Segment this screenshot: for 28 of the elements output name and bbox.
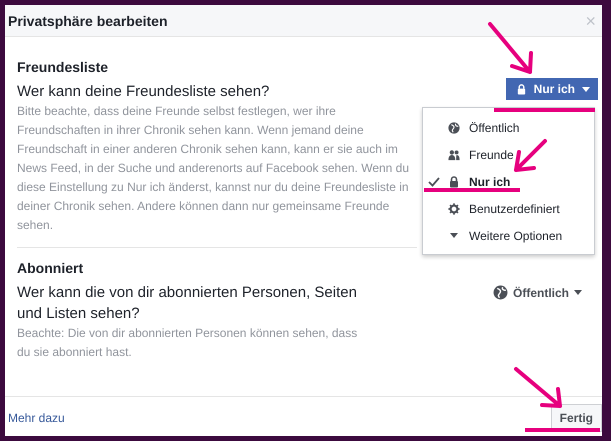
caret-icon [450,233,458,238]
learn-more-link[interactable]: Mehr dazu [8,411,65,425]
menu-item[interactable]: Weitere Optionen [423,222,594,249]
annotation-arrow [488,22,533,74]
caret-icon [574,290,582,295]
section-question: Wer kann die von dir abonnierten Personen, Seiten und Listen sehen? [17,283,358,324]
globe-icon [493,285,508,300]
annotation-arrow [514,367,562,408]
annotation-arrow [514,139,547,172]
audience-button[interactable]: Nur ich [506,78,598,100]
menu-item[interactable]: Öffentlich [423,114,594,141]
menu-item[interactable]: Freunde [423,141,594,168]
section-heading: Freundesliste [17,59,110,75]
section-question: Wer kann deine Freundesliste sehen? [17,82,270,102]
globe-icon [448,122,460,134]
lock-icon [516,84,527,94]
people-icon [448,148,460,160]
gear-icon [448,202,460,214]
caret-icon [582,86,590,92]
audience-dropdown[interactable]: Öffentlich [489,282,586,303]
section-note: Bitte beachte, dass deine Freunde selbst festlegen, wer ihre Freundschaften in ihrer Chronik sehen kann. Wenn jemand deine Freundschaft in einer anderen Chronik sehen kann, kann er sie auch im News Feed, in der Suche und anderenorts auf Facebook sehen. Wenn du diese Einstellung zu Nur ich änderst, kannst nur du deine Freundesliste in deiner Chronik sehen. Andere können dann nur gemeinsame Freunde sehen. [17,103,410,234]
menu-item[interactable]: Nur ich [423,168,594,195]
menu-item[interactable]: Benutzerdefiniert [423,195,594,222]
lock-icon [448,176,460,188]
section-note: Beachte: Die von dir abonnierten Personen können sehen, dass du sie abonniert hast. [17,325,358,361]
dialog-title: Privatsphäre bearbeiten [8,12,168,28]
section-heading: Abonniert [17,260,84,276]
check-icon [428,176,440,186]
